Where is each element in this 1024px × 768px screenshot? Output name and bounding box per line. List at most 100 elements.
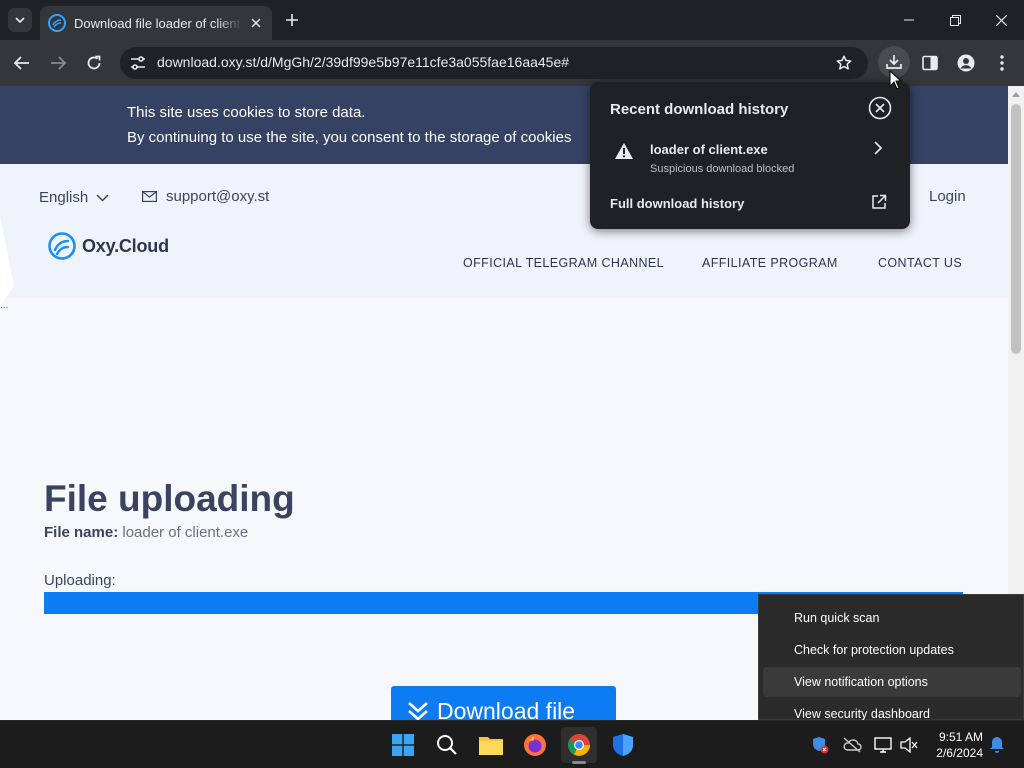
browser-tab[interactable]: Download file loader of client.exe — [40, 6, 272, 40]
notifications-button[interactable] — [987, 735, 1007, 755]
bookmark-button[interactable] — [834, 53, 854, 73]
scroll-up-arrow-icon[interactable] — [1012, 92, 1020, 97]
tab-close-icon[interactable] — [248, 15, 264, 31]
chrome-button[interactable] — [561, 727, 597, 763]
restore-icon — [949, 14, 961, 26]
overflow-dots: ... — [0, 300, 9, 311]
oxy-cloud-favicon-icon — [48, 14, 66, 32]
download-item[interactable]: loader of client.exe Suspicious download… — [590, 132, 910, 182]
decorative-shape — [0, 216, 14, 306]
close-circle-icon[interactable] — [868, 96, 892, 120]
reload-button[interactable] — [82, 51, 106, 75]
minimize-icon — [904, 19, 914, 21]
onedrive-tray-icon[interactable] — [842, 735, 862, 755]
browser-toolbar: download.oxy.st/d/MgGh/2/39df99e5b97e11c… — [0, 40, 1024, 86]
shield-alert-icon — [813, 737, 829, 754]
side-panel-icon — [922, 55, 938, 71]
folder-icon — [479, 737, 503, 755]
menu-item-view-notification-options[interactable]: View notification options — [763, 667, 1021, 697]
cloud-off-icon — [843, 737, 862, 753]
windows-taskbar: 9:51 AM 2/6/2024 — [0, 720, 1024, 768]
mail-icon — [142, 191, 157, 202]
new-tab-button[interactable] — [282, 10, 302, 30]
download-popup-title: Recent download history — [610, 101, 789, 118]
tab-strip: Download file loader of client.exe — [0, 0, 1024, 40]
firefox-button[interactable] — [517, 727, 553, 763]
download-file-label: Download file — [437, 697, 576, 721]
tune-icon — [131, 56, 145, 70]
address-bar[interactable]: download.oxy.st/d/MgGh/2/39df99e5b97e11c… — [120, 47, 868, 79]
logo-text: Oxy.Cloud — [82, 235, 169, 256]
download-file-button[interactable]: Download file — [391, 686, 616, 720]
url-text[interactable]: download.oxy.st/d/MgGh/2/39df99e5b97e11c… — [157, 54, 569, 70]
monitor-icon — [874, 737, 892, 753]
close-window-button[interactable] — [986, 6, 1016, 34]
restore-button[interactable] — [940, 6, 970, 34]
page-title: File uploading — [44, 478, 295, 519]
tab-search-button[interactable] — [8, 8, 32, 32]
full-download-history-link[interactable]: Full download history — [610, 196, 744, 211]
profile-button[interactable] — [954, 51, 978, 75]
cookie-text-line1: This site uses cookies to store data. — [127, 104, 366, 121]
clock-date: 2/6/2024 — [936, 746, 983, 760]
file-name-value: loader of client.exe — [122, 524, 249, 541]
scroll-thumb[interactable] — [1011, 104, 1021, 354]
file-name: File name: loader of client.exe — [44, 524, 248, 541]
site-logo[interactable]: Oxy.Cloud — [48, 232, 169, 260]
download-item-name: loader of client.exe — [650, 142, 768, 157]
back-button[interactable] — [10, 51, 34, 75]
network-tray-icon[interactable] — [873, 735, 893, 755]
double-chevron-down-icon — [408, 702, 428, 720]
mouse-cursor-icon — [889, 70, 903, 90]
support-email-text: support@oxy.st — [166, 188, 270, 205]
search-icon — [437, 735, 457, 755]
active-app-indicator — [572, 761, 586, 764]
chevron-down-icon — [15, 17, 25, 23]
support-email-link[interactable]: support@oxy.st — [142, 188, 269, 205]
file-explorer-button[interactable] — [473, 727, 509, 763]
arrow-right-icon — [51, 56, 66, 70]
site-info-button[interactable] — [128, 53, 148, 73]
system-clock[interactable]: 9:51 AM 2/6/2024 — [925, 729, 983, 761]
chevron-down-icon — [96, 193, 109, 202]
plus-icon — [286, 14, 298, 26]
download-icon — [886, 55, 902, 69]
language-selector[interactable]: English — [39, 189, 109, 206]
cookie-text-line2: By continuing to use the site, you conse… — [127, 129, 572, 146]
security-context-menu: Run quick scan Check for protection upda… — [758, 594, 1024, 721]
nav-contact-us[interactable]: CONTACT US — [878, 256, 962, 270]
reload-icon — [87, 55, 101, 70]
bell-icon — [990, 737, 1004, 753]
start-button[interactable] — [385, 727, 421, 763]
download-item-status: Suspicious download blocked — [650, 163, 795, 175]
login-link[interactable]: Login — [929, 188, 966, 205]
menu-item-run-quick-scan[interactable]: Run quick scan — [759, 603, 1023, 633]
nav-affiliate-program[interactable]: AFFILIATE PROGRAM — [702, 256, 838, 270]
account-icon — [957, 54, 975, 72]
star-icon — [836, 55, 852, 70]
windows-security-button[interactable] — [605, 727, 641, 763]
browser-menu-button[interactable] — [990, 51, 1014, 75]
minimize-button[interactable] — [894, 6, 924, 34]
language-label: English — [39, 189, 89, 206]
uploading-label: Uploading: — [44, 572, 116, 589]
oxy-cloud-logo-icon — [48, 232, 76, 260]
chevron-right-icon — [874, 141, 883, 155]
close-icon — [995, 14, 1007, 26]
open-in-new-icon[interactable] — [871, 194, 887, 210]
volume-tray-icon[interactable] — [899, 735, 919, 755]
forward-button[interactable] — [46, 51, 70, 75]
shield-icon — [613, 734, 633, 756]
defender-tray-icon[interactable] — [810, 735, 830, 755]
more-vert-icon — [1000, 55, 1004, 71]
tab-title: Download file loader of client.exe — [74, 15, 242, 31]
arrow-left-icon — [14, 56, 29, 70]
search-taskbar-button[interactable] — [429, 727, 465, 763]
download-history-popup: Recent download history loader of client… — [590, 82, 910, 229]
warning-icon — [615, 143, 633, 159]
menu-item-check-protection-updates[interactable]: Check for protection updates — [759, 635, 1023, 665]
windows-logo-icon — [392, 734, 414, 756]
chrome-icon — [568, 734, 590, 756]
side-panel-button[interactable] — [918, 51, 942, 75]
nav-telegram-channel[interactable]: OFFICIAL TELEGRAM CHANNEL — [463, 256, 664, 270]
